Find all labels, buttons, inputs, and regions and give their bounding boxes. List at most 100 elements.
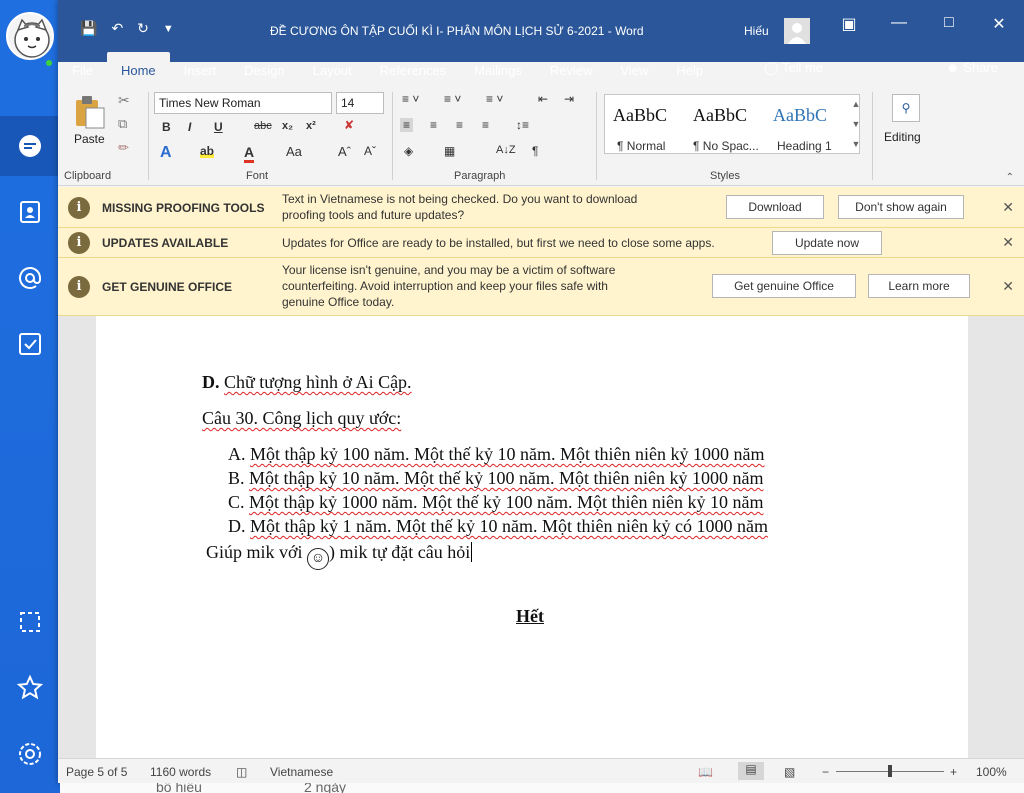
avatar[interactable] [6,12,54,60]
share-button[interactable]: ☻ Share [946,60,998,75]
zoom-in-button[interactable]: + [950,765,957,779]
ribbon-display-icon[interactable]: ▣ [824,14,874,34]
justify-icon[interactable]: ≡ [482,118,489,132]
word-count[interactable]: 1160 words [150,765,211,779]
highlight-icon[interactable]: ab [200,144,215,158]
shading-icon[interactable]: ◈ [404,144,413,158]
save-icon[interactable]: 💾 [80,20,97,37]
underline-icon[interactable]: U [214,120,223,134]
close-icon[interactable]: ✕ [1002,234,1014,251]
copy-icon[interactable]: ⧉ [118,116,127,132]
person-icon: ☻ [946,60,964,75]
cut-icon[interactable]: ✂ [118,92,130,109]
font-color-icon[interactable]: A [244,144,255,163]
settings-icon[interactable] [0,724,60,784]
read-mode-icon[interactable]: 📖 [698,765,713,779]
vertical-scrollbar[interactable] [968,316,1024,758]
tell-me-box[interactable]: ◯ Tell me [764,60,823,76]
doc-line: D. Chữ tượng hình ở Ai Cập. [202,372,412,392]
page-count[interactable]: Page 5 of 5 [66,765,127,779]
close-icon[interactable]: ✕ [974,14,1024,34]
close-icon[interactable]: ✕ [1002,199,1014,216]
tab-file[interactable]: File [58,52,107,86]
paste-icon[interactable] [72,94,106,130]
learn-more-button[interactable]: Learn more [868,274,970,298]
italic-icon[interactable]: I [188,120,191,134]
tab-design[interactable]: Design [230,52,298,86]
style-heading1[interactable]: Heading 1 [777,139,832,153]
tab-help[interactable]: Help [662,52,717,86]
styles-gallery: AaBbC ¶ Normal AaBbC ¶ No Spac... AaBbC … [604,94,860,154]
proofing-icon[interactable]: ◫ [236,765,247,779]
bold-icon[interactable]: B [162,120,171,134]
shrink-font-icon[interactable]: Aˇ [364,144,376,158]
align-center-icon[interactable]: ≡ [430,118,437,132]
zoom-out-button[interactable]: − [822,765,829,779]
superscript-icon[interactable]: x² [306,120,316,132]
behind-time: 2 ngày [304,783,347,793]
format-painter-icon[interactable]: ✏ [118,140,129,156]
user-name[interactable]: Hiếu [744,24,769,38]
decrease-indent-icon[interactable]: ⇤ [538,92,548,106]
document-page[interactable]: D. Chữ tượng hình ở Ai Cập. Câu 30. Công… [96,316,968,758]
increase-indent-icon[interactable]: ⇥ [564,92,574,106]
styles-scroll[interactable]: ▲ ▼ ▼ [850,94,862,154]
update-now-button[interactable]: Update now [772,231,882,255]
font-size-select[interactable]: 14 [336,92,384,114]
sort-icon[interactable]: A↓Z [496,144,516,156]
subscript-icon[interactable]: x₂ [282,120,293,132]
style-normal[interactable]: ¶ Normal [617,139,665,153]
tab-mailings[interactable]: Mailings [460,52,536,86]
doc-option: B. Một thập kỷ 10 năm. Một thế kỷ 100 nă… [228,468,764,488]
borders-icon[interactable]: ▦ [444,144,455,158]
style-no-spacing[interactable]: ¶ No Spac... [693,139,759,153]
align-left-icon[interactable]: ≡ [400,118,414,132]
print-layout-icon[interactable]: ▤ [738,762,764,780]
numbering-icon[interactable]: ≡ ˅ [444,92,461,106]
tab-view[interactable]: View [606,52,662,86]
ribbon: Paste ✂ ⧉ ✏ Clipboard Times New Roman 14… [58,86,1024,186]
grow-font-icon[interactable]: Aˆ [338,144,351,159]
download-button[interactable]: Download [726,195,824,219]
ribbon-divider [872,92,873,180]
tab-layout[interactable]: Layout [299,52,366,86]
font-name-select[interactable]: Times New Roman [154,92,332,114]
tab-insert[interactable]: Insert [170,52,231,86]
dont-show-again-button[interactable]: Don't show again [838,195,964,219]
align-right-icon[interactable]: ≡ [456,118,463,132]
star-icon[interactable] [0,658,60,718]
collapse-ribbon-icon[interactable]: ⌃ [1006,172,1014,183]
redo-icon[interactable]: ↻ [137,20,149,37]
word-window: 💾 ↶ ↻ ▼ ĐỀ CƯƠNG ÔN TẬP CUỐI KÌ I- PHÂN … [58,0,1024,783]
search-icon[interactable]: ⚲ [892,94,920,122]
strikethrough-icon[interactable]: abc [254,120,272,132]
tab-review[interactable]: Review [536,52,607,86]
change-case-icon[interactable]: Aa [286,144,302,159]
line-spacing-icon[interactable]: ↕≡ [516,118,529,132]
todo-icon[interactable] [0,314,60,374]
web-layout-icon[interactable]: ▧ [784,765,795,779]
contacts-icon[interactable] [0,182,60,242]
screenshot-icon[interactable] [0,592,60,652]
tab-references[interactable]: References [366,52,460,86]
paste-button[interactable]: Paste [74,132,105,146]
show-formatting-icon[interactable]: ¶ [532,144,538,158]
tab-home[interactable]: Home [106,52,170,86]
chat-icon[interactable] [0,116,60,176]
clear-formatting-icon[interactable]: ✘ [344,118,354,132]
bullets-icon[interactable]: ≡ ˅ [402,92,419,106]
close-icon[interactable]: ✕ [1002,278,1014,295]
zoom-slider-thumb[interactable] [888,765,892,777]
zoom-level[interactable]: 100% [976,765,1007,779]
language[interactable]: Vietnamese [270,765,333,779]
multilevel-list-icon[interactable]: ≡ ˅ [486,92,503,106]
minimize-icon[interactable]: — [874,14,924,34]
maximize-icon[interactable]: □ [924,14,974,34]
undo-icon[interactable]: ↶ [111,20,123,37]
mention-icon[interactable] [0,248,60,308]
text-effects-icon[interactable]: A [160,144,172,162]
get-genuine-office-button[interactable]: Get genuine Office [712,274,856,298]
editing-button[interactable]: Editing [884,130,921,144]
customize-qat-icon[interactable]: ▼ [163,23,174,35]
user-avatar[interactable] [784,18,810,44]
